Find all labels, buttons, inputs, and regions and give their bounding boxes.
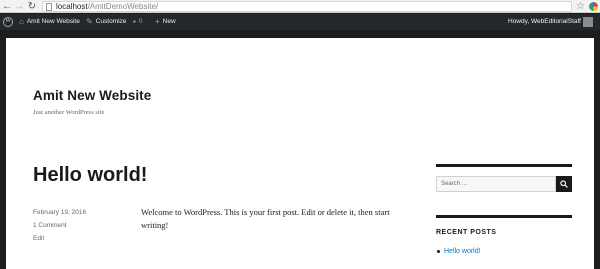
recent-post-link[interactable]: Hello world! xyxy=(444,248,481,255)
sidebar-divider xyxy=(436,164,572,167)
admin-bar-customize[interactable]: ✎ Customize xyxy=(86,14,126,30)
customize-label: Customize xyxy=(95,18,127,25)
search-input[interactable]: Search … xyxy=(436,176,556,192)
search-button[interactable] xyxy=(556,176,572,192)
search-placeholder: Search … xyxy=(441,181,468,187)
recent-posts-title: RECENT POSTS xyxy=(436,229,497,236)
browser-toolbar: ← → ↻ localhost/AmitDemoWebsite/ ☆ xyxy=(0,0,600,13)
home-icon: ⌂ xyxy=(19,17,24,26)
plus-icon: + xyxy=(155,17,160,26)
site-description: Just another WordPress site xyxy=(33,109,105,116)
wp-admin-bar: W ⌂ Amit New Website ✎ Customize ▪ 0 + New H… xyxy=(0,14,600,30)
bullet-icon xyxy=(437,249,440,253)
site-title[interactable]: Amit New Website xyxy=(33,88,151,103)
post-date[interactable]: February 19, 2016 xyxy=(33,209,86,216)
page-icon xyxy=(46,3,52,11)
new-label: New xyxy=(162,18,176,25)
brush-icon: ✎ xyxy=(86,17,93,26)
back-arrow-icon[interactable]: ← xyxy=(2,0,12,13)
bookmark-star-icon[interactable]: ☆ xyxy=(576,0,585,13)
url-host: localhost xyxy=(56,2,88,11)
post-content: Welcome to WordPress. This is your first… xyxy=(141,207,390,230)
admin-bar-howdy[interactable]: Howdy, WebEditorialStaff xyxy=(508,14,581,30)
comments-count: 0 xyxy=(138,18,143,25)
sidebar-divider xyxy=(436,215,572,218)
site-name-label: Amit New Website xyxy=(26,18,80,25)
post-comments-link[interactable]: 1 Comment xyxy=(33,222,67,229)
forward-arrow-icon[interactable]: → xyxy=(14,0,24,13)
admin-bar-site-name[interactable]: ⌂ Amit New Website xyxy=(19,14,80,30)
wordpress-logo-icon[interactable]: W xyxy=(3,17,13,27)
reload-icon[interactable]: ↻ xyxy=(27,0,37,13)
search-icon xyxy=(560,180,568,188)
post-edit-link[interactable]: Edit xyxy=(33,235,44,242)
recent-post-item[interactable]: Hello world! xyxy=(437,248,481,255)
post-title[interactable]: Hello world! xyxy=(33,164,147,187)
site-page: Amit New Website Just another WordPress … xyxy=(6,38,594,269)
avatar[interactable] xyxy=(583,17,593,27)
comment-bubble-icon: ▪ xyxy=(133,17,136,26)
address-bar-text: localhost/AmitDemoWebsite/ xyxy=(56,2,158,12)
admin-bar-new[interactable]: + New xyxy=(155,14,176,30)
url-path: /AmitDemoWebsite/ xyxy=(87,2,159,11)
address-bar[interactable]: localhost/AmitDemoWebsite/ xyxy=(42,1,572,12)
admin-bar-comments[interactable]: ▪ 0 xyxy=(133,14,142,30)
extension-icon[interactable] xyxy=(589,2,598,11)
